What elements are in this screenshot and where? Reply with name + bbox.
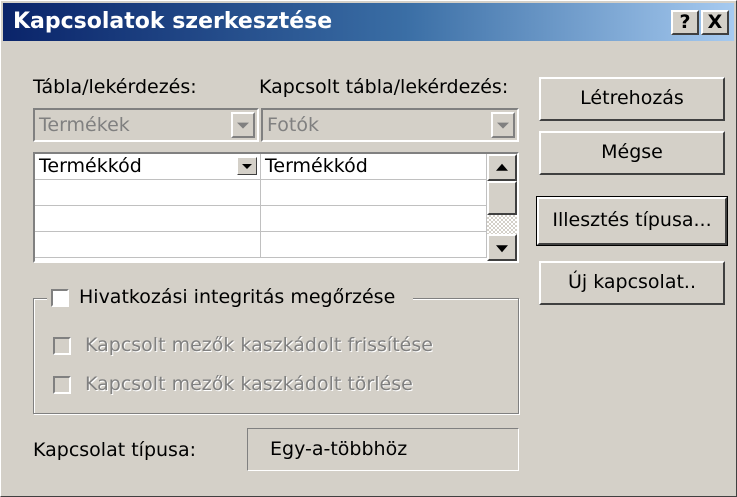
scroll-thumb[interactable] <box>487 181 517 215</box>
related-table-query-label: Kapcsolt tábla/lekérdezés: <box>259 76 509 98</box>
integrity-group <box>33 298 519 414</box>
enforce-integrity-checkbox[interactable] <box>51 289 69 307</box>
grid-cell-related-field[interactable] <box>261 206 487 232</box>
related-table-combo[interactable]: Fotók <box>261 108 519 142</box>
arrow-down-icon <box>496 244 508 252</box>
grid-cell-related-field[interactable]: Termékkód <box>261 154 487 180</box>
chevron-down-icon[interactable] <box>237 157 257 175</box>
field-grid: Termékkód Termékkód <box>33 152 519 263</box>
scroll-down-button[interactable] <box>487 234 517 261</box>
grid-cell-field[interactable] <box>35 180 261 206</box>
window-title: Kapcsolatok szerkesztése <box>13 9 333 34</box>
relationship-type-box: Egy-a-többhöz <box>247 428 519 471</box>
edit-relationships-dialog: Kapcsolatok szerkesztése ? X Tábla/lekér… <box>0 0 737 497</box>
table-combo-value: Termékek <box>39 114 130 136</box>
relationship-type-label: Kapcsolat típusa: <box>33 439 196 461</box>
grid-cell-field[interactable] <box>35 232 261 258</box>
cascade-delete-checkbox[interactable] <box>53 376 71 394</box>
cascade-delete-label[interactable]: Kapcsolt mezők kaszkádolt törlése <box>85 373 413 395</box>
create-button-label: Létrehozás <box>580 87 684 109</box>
close-button[interactable]: X <box>701 10 729 35</box>
create-button[interactable]: Létrehozás <box>539 77 725 121</box>
arrow-up-icon <box>496 163 508 171</box>
cascade-update-checkbox[interactable] <box>53 337 71 355</box>
grid-cell-field[interactable] <box>35 206 261 232</box>
join-type-button[interactable]: Illesztés típusa... <box>536 196 728 246</box>
grid-cell-text: Termékkód <box>39 155 142 177</box>
relationship-type-value: Egy-a-többhöz <box>270 438 408 460</box>
grid-cell-field[interactable]: Termékkód <box>35 154 261 180</box>
scroll-up-button[interactable] <box>487 154 517 181</box>
grid-cell-related-field[interactable] <box>261 180 487 206</box>
cascade-update-label[interactable]: Kapcsolt mezők kaszkádolt frissítése <box>85 334 433 356</box>
cancel-button-label: Mégse <box>601 141 663 163</box>
join-type-button-label: Illesztés típusa... <box>552 209 712 231</box>
chevron-down-icon[interactable] <box>231 112 255 138</box>
cancel-button[interactable]: Mégse <box>539 131 725 175</box>
grid-cell-related-field[interactable] <box>261 232 487 258</box>
grid-cell-text: Termékkód <box>265 155 368 177</box>
new-relationship-button-label: Új kapcsolat.. <box>567 271 697 293</box>
scroll-track[interactable] <box>487 215 517 234</box>
help-button[interactable]: ? <box>671 10 699 35</box>
related-table-combo-value: Fotók <box>267 114 319 136</box>
enforce-integrity-option[interactable]: Hivatkozási integritás megőrzése <box>47 285 413 311</box>
table-query-label: Tábla/lekérdezés: <box>33 76 197 98</box>
vertical-scrollbar[interactable] <box>487 154 517 261</box>
title-bar[interactable]: Kapcsolatok szerkesztése ? X <box>3 3 734 41</box>
table-combo[interactable]: Termékek <box>33 108 259 142</box>
new-relationship-button[interactable]: Új kapcsolat.. <box>539 261 725 305</box>
chevron-down-icon[interactable] <box>491 112 515 138</box>
enforce-integrity-label[interactable]: Hivatkozási integritás megőrzése <box>79 286 395 308</box>
